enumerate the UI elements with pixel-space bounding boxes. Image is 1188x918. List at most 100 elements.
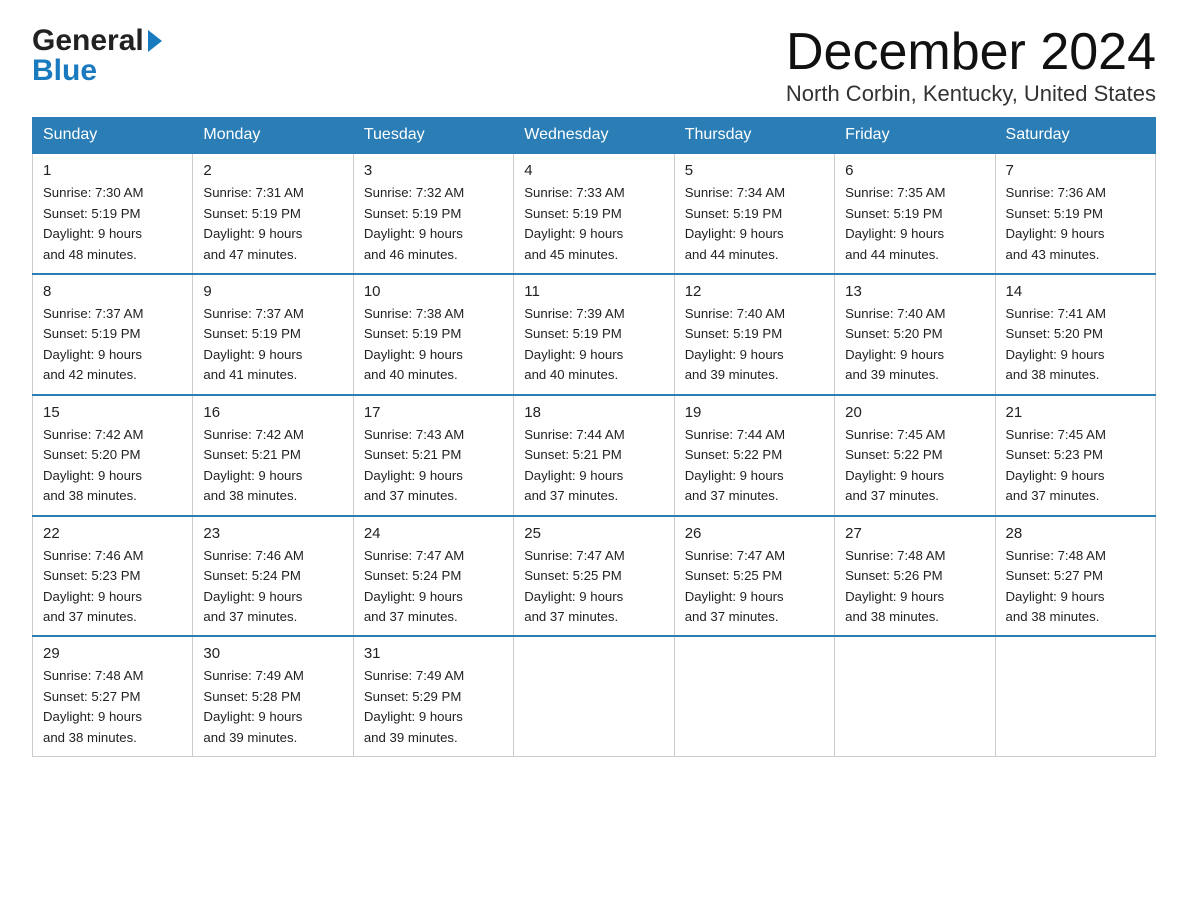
day-info: Sunrise: 7:45 AMSunset: 5:23 PMDaylight:… bbox=[1006, 425, 1145, 507]
calendar-table: SundayMondayTuesdayWednesdayThursdayFrid… bbox=[32, 117, 1156, 757]
calendar-day-cell: 16Sunrise: 7:42 AMSunset: 5:21 PMDayligh… bbox=[193, 395, 353, 516]
day-number: 10 bbox=[364, 283, 503, 300]
day-info: Sunrise: 7:49 AMSunset: 5:28 PMDaylight:… bbox=[203, 666, 342, 748]
day-info: Sunrise: 7:32 AMSunset: 5:19 PMDaylight:… bbox=[364, 183, 503, 265]
day-number: 5 bbox=[685, 162, 824, 179]
day-number: 17 bbox=[364, 404, 503, 421]
day-info: Sunrise: 7:45 AMSunset: 5:22 PMDaylight:… bbox=[845, 425, 984, 507]
calendar-day-cell: 30 Sunrise: 7:49 AMSunset: 5:28 PMDayligh… bbox=[193, 636, 353, 756]
day-number: 22 bbox=[43, 525, 182, 542]
day-number: 23 bbox=[203, 525, 342, 542]
day-number: 2 bbox=[203, 162, 342, 179]
calendar-day-cell: 19Sunrise: 7:44 AMSunset: 5:22 PMDayligh… bbox=[674, 395, 834, 516]
day-number: 13 bbox=[845, 283, 984, 300]
calendar-day-cell: 3Sunrise: 7:32 AMSunset: 5:19 PMDaylight… bbox=[353, 153, 513, 274]
calendar-day-cell: 18 Sunrise: 7:44 AMSunset: 5:21 PMDayligh… bbox=[514, 395, 674, 516]
logo-arrow-icon bbox=[148, 30, 162, 52]
weekday-header-saturday: Saturday bbox=[995, 118, 1155, 154]
day-info: Sunrise: 7:47 AMSunset: 5:25 PMDaylight:… bbox=[524, 546, 663, 628]
day-number: 1 bbox=[43, 162, 182, 179]
month-title: December 2024 bbox=[786, 24, 1156, 81]
day-info: Sunrise: 7:42 AMSunset: 5:21 PMDaylight:… bbox=[203, 425, 342, 507]
logo-blue-text: Blue bbox=[32, 54, 162, 88]
day-info: Sunrise: 7:36 AMSunset: 5:19 PMDaylight:… bbox=[1006, 183, 1145, 265]
calendar-day-cell: 27 Sunrise: 7:48 AMSunset: 5:26 PMDayligh… bbox=[835, 516, 995, 637]
day-number: 12 bbox=[685, 283, 824, 300]
day-info: Sunrise: 7:44 AMSunset: 5:21 PMDaylight:… bbox=[524, 425, 663, 507]
day-info: Sunrise: 7:48 AMSunset: 5:26 PMDaylight:… bbox=[845, 546, 984, 628]
calendar-day-cell: 6Sunrise: 7:35 AMSunset: 5:19 PMDaylight… bbox=[835, 153, 995, 274]
day-info: Sunrise: 7:41 AMSunset: 5:20 PMDaylight:… bbox=[1006, 304, 1145, 386]
logo-general-label: General bbox=[32, 24, 144, 58]
calendar-day-cell: 10 Sunrise: 7:38 AMSunset: 5:19 PMDayligh… bbox=[353, 274, 513, 395]
day-info: Sunrise: 7:31 AMSunset: 5:19 PMDaylight:… bbox=[203, 183, 342, 265]
calendar-day-cell: 24 Sunrise: 7:47 AMSunset: 5:24 PMDayligh… bbox=[353, 516, 513, 637]
calendar-header-row: SundayMondayTuesdayWednesdayThursdayFrid… bbox=[33, 118, 1156, 154]
calendar-day-cell: 21 Sunrise: 7:45 AMSunset: 5:23 PMDayligh… bbox=[995, 395, 1155, 516]
page-header: General Blue December 2024 North Corbin,… bbox=[32, 24, 1156, 107]
day-info: Sunrise: 7:37 AMSunset: 5:19 PMDaylight:… bbox=[203, 304, 342, 386]
calendar-day-cell: 22Sunrise: 7:46 AMSunset: 5:23 PMDayligh… bbox=[33, 516, 193, 637]
day-info: Sunrise: 7:38 AMSunset: 5:19 PMDaylight:… bbox=[364, 304, 503, 386]
location-title: North Corbin, Kentucky, United States bbox=[786, 81, 1156, 107]
logo-general-text: General bbox=[32, 24, 162, 58]
day-info: Sunrise: 7:40 AMSunset: 5:19 PMDaylight:… bbox=[685, 304, 824, 386]
calendar-week-row: 22Sunrise: 7:46 AMSunset: 5:23 PMDayligh… bbox=[33, 516, 1156, 637]
weekday-header-monday: Monday bbox=[193, 118, 353, 154]
day-info: Sunrise: 7:42 AMSunset: 5:20 PMDaylight:… bbox=[43, 425, 182, 507]
calendar-day-cell: 9Sunrise: 7:37 AMSunset: 5:19 PMDaylight… bbox=[193, 274, 353, 395]
calendar-day-cell: 5 Sunrise: 7:34 AMSunset: 5:19 PMDaylight… bbox=[674, 153, 834, 274]
day-info: Sunrise: 7:40 AMSunset: 5:20 PMDaylight:… bbox=[845, 304, 984, 386]
calendar-day-cell: 2 Sunrise: 7:31 AMSunset: 5:19 PMDaylight… bbox=[193, 153, 353, 274]
calendar-empty-cell bbox=[514, 636, 674, 756]
day-number: 20 bbox=[845, 404, 984, 421]
calendar-day-cell: 26Sunrise: 7:47 AMSunset: 5:25 PMDayligh… bbox=[674, 516, 834, 637]
day-number: 31 bbox=[364, 645, 503, 662]
logo: General Blue bbox=[32, 24, 162, 88]
weekday-header-tuesday: Tuesday bbox=[353, 118, 513, 154]
weekday-header-thursday: Thursday bbox=[674, 118, 834, 154]
day-info: Sunrise: 7:48 AMSunset: 5:27 PMDaylight:… bbox=[1006, 546, 1145, 628]
day-number: 21 bbox=[1006, 404, 1145, 421]
calendar-empty-cell bbox=[995, 636, 1155, 756]
calendar-day-cell: 12 Sunrise: 7:40 AMSunset: 5:19 PMDayligh… bbox=[674, 274, 834, 395]
day-info: Sunrise: 7:37 AMSunset: 5:19 PMDaylight:… bbox=[43, 304, 182, 386]
day-info: Sunrise: 7:43 AMSunset: 5:21 PMDaylight:… bbox=[364, 425, 503, 507]
day-number: 27 bbox=[845, 525, 984, 542]
day-number: 6 bbox=[845, 162, 984, 179]
day-number: 28 bbox=[1006, 525, 1145, 542]
calendar-day-cell: 29 Sunrise: 7:48 AMSunset: 5:27 PMDayligh… bbox=[33, 636, 193, 756]
day-number: 19 bbox=[685, 404, 824, 421]
day-number: 25 bbox=[524, 525, 663, 542]
day-info: Sunrise: 7:48 AMSunset: 5:27 PMDaylight:… bbox=[43, 666, 182, 748]
calendar-day-cell: 25 Sunrise: 7:47 AMSunset: 5:25 PMDayligh… bbox=[514, 516, 674, 637]
day-number: 24 bbox=[364, 525, 503, 542]
calendar-week-row: 8 Sunrise: 7:37 AMSunset: 5:19 PMDaylight… bbox=[33, 274, 1156, 395]
day-info: Sunrise: 7:33 AMSunset: 5:19 PMDaylight:… bbox=[524, 183, 663, 265]
day-number: 30 bbox=[203, 645, 342, 662]
calendar-day-cell: 11Sunrise: 7:39 AMSunset: 5:19 PMDayligh… bbox=[514, 274, 674, 395]
calendar-day-cell: 13 Sunrise: 7:40 AMSunset: 5:20 PMDayligh… bbox=[835, 274, 995, 395]
day-number: 18 bbox=[524, 404, 663, 421]
day-info: Sunrise: 7:47 AMSunset: 5:25 PMDaylight:… bbox=[685, 546, 824, 628]
day-number: 7 bbox=[1006, 162, 1145, 179]
day-info: Sunrise: 7:34 AMSunset: 5:19 PMDaylight:… bbox=[685, 183, 824, 265]
calendar-week-row: 15 Sunrise: 7:42 AMSunset: 5:20 PMDayligh… bbox=[33, 395, 1156, 516]
day-number: 29 bbox=[43, 645, 182, 662]
day-info: Sunrise: 7:47 AMSunset: 5:24 PMDaylight:… bbox=[364, 546, 503, 628]
calendar-day-cell: 14Sunrise: 7:41 AMSunset: 5:20 PMDayligh… bbox=[995, 274, 1155, 395]
calendar-day-cell: 17 Sunrise: 7:43 AMSunset: 5:21 PMDayligh… bbox=[353, 395, 513, 516]
calendar-week-row: 29 Sunrise: 7:48 AMSunset: 5:27 PMDayligh… bbox=[33, 636, 1156, 756]
calendar-week-row: 1Sunrise: 7:30 AMSunset: 5:19 PMDaylight… bbox=[33, 153, 1156, 274]
day-number: 8 bbox=[43, 283, 182, 300]
calendar-empty-cell bbox=[674, 636, 834, 756]
calendar-day-cell: 1Sunrise: 7:30 AMSunset: 5:19 PMDaylight… bbox=[33, 153, 193, 274]
day-number: 15 bbox=[43, 404, 182, 421]
calendar-day-cell: 15 Sunrise: 7:42 AMSunset: 5:20 PMDayligh… bbox=[33, 395, 193, 516]
day-info: Sunrise: 7:49 AMSunset: 5:29 PMDaylight:… bbox=[364, 666, 503, 748]
day-number: 11 bbox=[524, 283, 663, 300]
calendar-day-cell: 31 Sunrise: 7:49 AMSunset: 5:29 PMDayligh… bbox=[353, 636, 513, 756]
calendar-empty-cell bbox=[835, 636, 995, 756]
day-number: 4 bbox=[524, 162, 663, 179]
calendar-day-cell: 7 Sunrise: 7:36 AMSunset: 5:19 PMDaylight… bbox=[995, 153, 1155, 274]
